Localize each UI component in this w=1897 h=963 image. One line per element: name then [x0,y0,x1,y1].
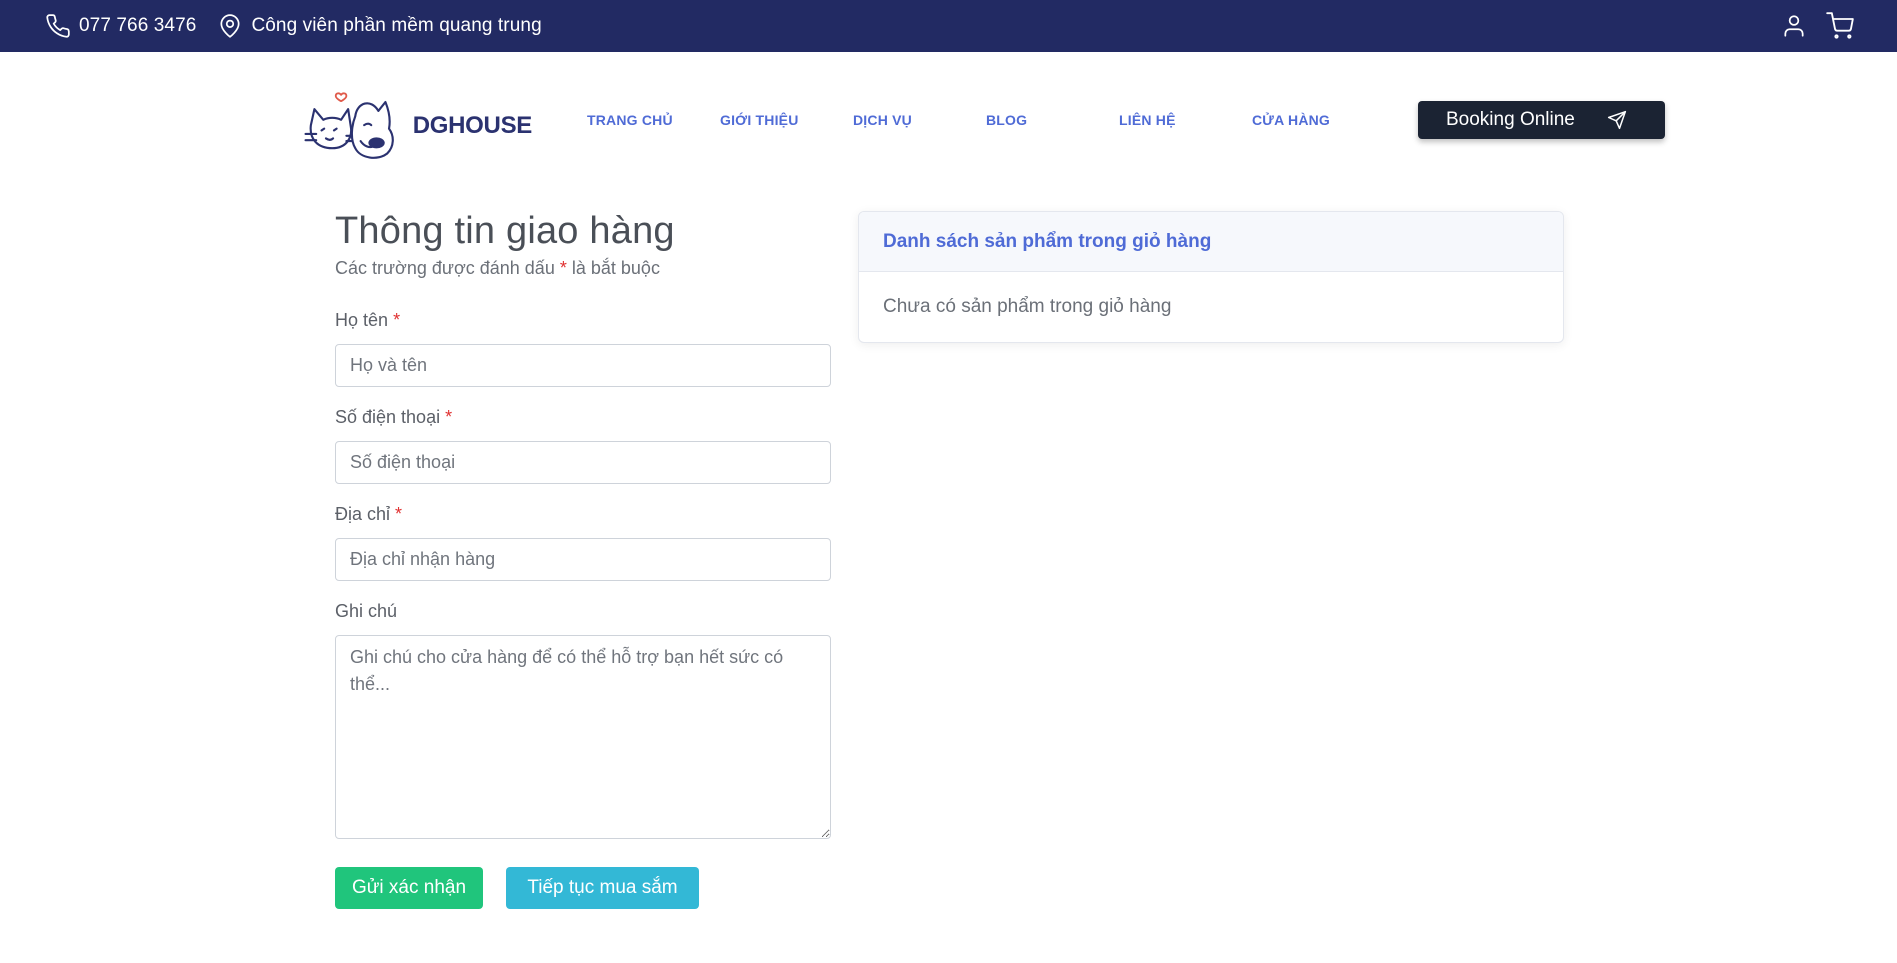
address-input[interactable] [335,538,831,581]
required-asterisk: * [395,504,403,524]
required-asterisk: * [393,310,401,330]
nav-about[interactable]: GIỚI THIỆU [720,112,799,128]
submit-button[interactable]: Gửi xác nhận [335,867,483,909]
send-icon [1607,110,1627,130]
required-asterisk: * [445,407,453,427]
page-title: Thông tin giao hàng [335,210,675,252]
note-label: Ghi chú [335,601,398,621]
required-notice: Các trường được đánh dấu * là bắt buộc [335,258,660,279]
nav-blog[interactable]: BLOG [986,112,1027,128]
continue-shopping-button[interactable]: Tiếp tục mua sắm [506,867,699,909]
location-pin-icon [216,12,244,40]
address-label-text: Địa chỉ [335,504,391,524]
required-asterisk: * [559,258,567,278]
account-cart-icons [1763,0,1855,52]
required-notice-text-end: là bắt buộc [571,258,660,278]
booking-label: Booking Online [1446,109,1575,130]
cart-icon[interactable] [1825,11,1855,41]
note-textarea[interactable] [335,635,831,839]
nav-services[interactable]: DỊCH VỤ [853,112,912,128]
user-icon[interactable] [1779,11,1809,41]
cart-empty-message: Chưa có sản phẩm trong giỏ hàng [883,296,1172,317]
fullname-label: Họ tên * [335,310,400,331]
logo-wordmark: DGHOUSE [412,112,533,139]
nav-shop[interactable]: CỬA HÀNG [1252,112,1330,128]
required-notice-text: Các trường được đánh dấu [335,258,555,278]
address-text: Công viên phần mềm quang trung [251,15,542,36]
phone-label: Số điện thoại * [335,407,452,428]
phone-label-text: Số điện thoại [335,407,441,427]
address-label: Địa chỉ * [335,504,402,525]
nav-contact[interactable]: LIÊN HỆ [1119,112,1176,128]
phone-icon [44,12,72,40]
top-bar: 077 766 3476 Công viên phần mềm quang tr… [0,0,1897,52]
phone-number[interactable]: 077 766 3476 [79,15,196,37]
nav-home[interactable]: TRANG CHỦ [587,112,673,128]
phone-input[interactable] [335,441,831,484]
cat-dog-logo-icon [304,92,394,159]
contact-info: 077 766 3476 Công viên phần mềm quang tr… [44,0,562,52]
cart-card-heading: Danh sách sản phẩm trong giỏ hàng [859,212,1563,272]
booking-online-button[interactable]: Booking Online [1418,101,1665,139]
fullname-input[interactable] [335,344,831,387]
site-logo[interactable]: DGHOUSE [302,85,532,167]
fullname-label-text: Họ tên [335,310,389,330]
cart-summary-card: Danh sách sản phẩm trong giỏ hàng Chưa c… [858,211,1564,343]
